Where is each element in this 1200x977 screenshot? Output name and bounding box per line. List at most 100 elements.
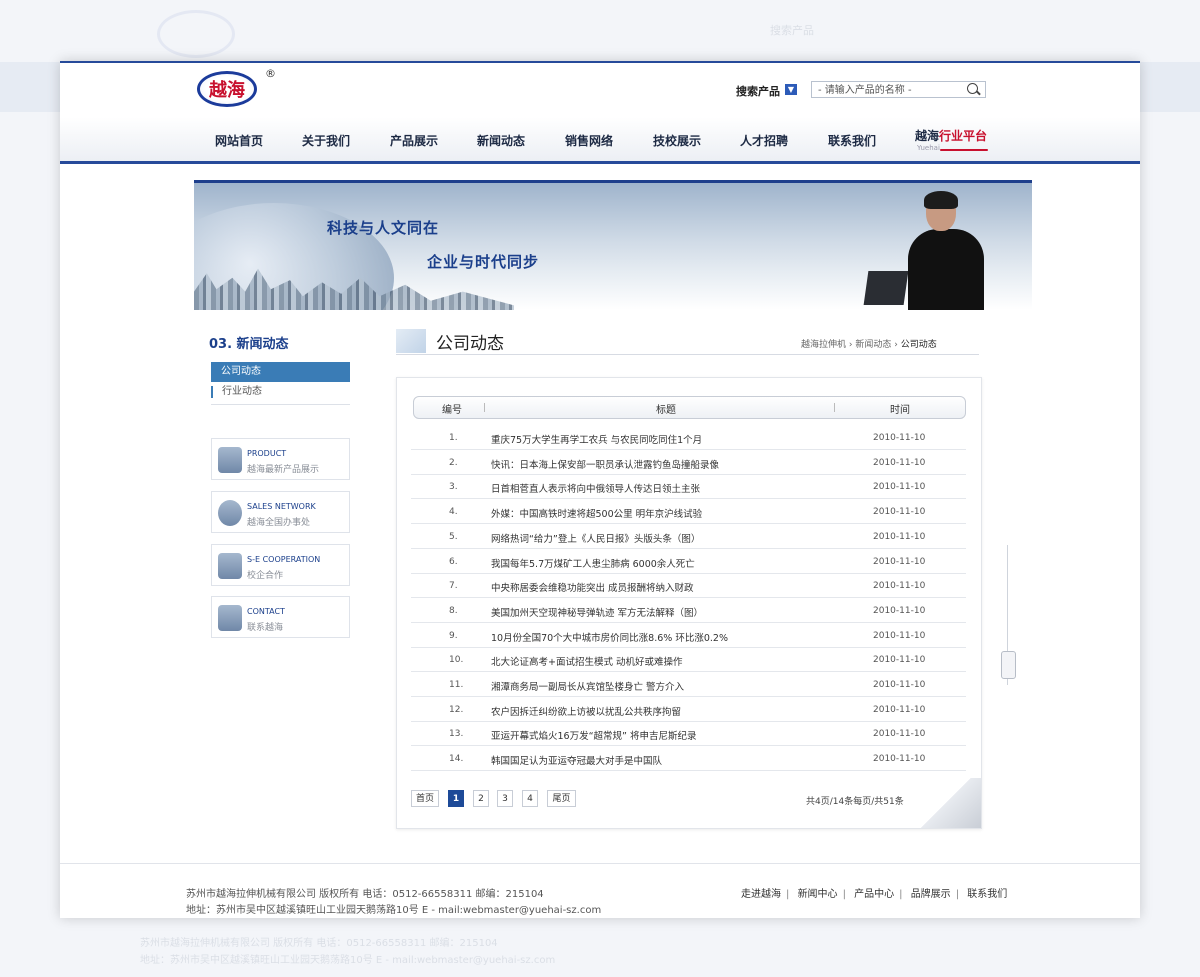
sidebar-cooperation-box[interactable]: S-E COOPERATION 校企合作	[211, 544, 350, 586]
page-button-1[interactable]: 1	[448, 790, 464, 807]
nav-about[interactable]: 关于我们	[302, 132, 350, 149]
nav-sales-network[interactable]: 销售网络	[565, 132, 613, 149]
row-title-link[interactable]: 北大论证高考+面试招生模式 动机好或难操作	[491, 654, 682, 668]
row-title-link[interactable]: 重庆75万大学生再学工农兵 与农民同吃同住1个月	[491, 432, 702, 446]
section-title: 03. 新闻动态	[209, 337, 289, 352]
banner-slogan-2: 企业与时代同步	[427, 253, 540, 271]
breadcrumb-item[interactable]: 越海拉伸机	[801, 340, 846, 350]
row-title-link[interactable]: 日首相菅直人表示将向中俄领导人传达日领土主张	[491, 481, 700, 495]
row-number: 9.	[449, 630, 458, 641]
search-dropdown-icon[interactable]: ▼	[785, 84, 797, 95]
row-number: 8.	[449, 605, 458, 616]
row-title-link[interactable]: 韩国国足认为亚运夺冠最大对手是中国队	[491, 753, 662, 767]
cooperation-box-subtitle: 校企合作	[247, 571, 284, 581]
footer-link[interactable]: 品牌展示	[911, 889, 951, 900]
footer-link[interactable]: 产品中心	[854, 889, 894, 900]
row-title-link[interactable]: 快讯：日本海上保安部一职员承认泄露钓鱼岛撞船录像	[491, 457, 719, 471]
table-row[interactable]: 11. 湘潭商务局一副局长从宾馆坠楼身亡 警方介入 2010-11-10	[411, 672, 966, 697]
pagination-info: 共4页/14条每页/共51条	[806, 797, 904, 807]
page-title: 公司动态	[436, 334, 504, 354]
row-number: 10.	[449, 655, 464, 666]
page-curl-decoration	[911, 778, 981, 828]
footer-copyright: 苏州市越海拉伸机械有限公司 版权所有 电话：0512-66558311 邮编：2…	[186, 889, 544, 900]
row-number: 14.	[449, 754, 464, 765]
table-row[interactable]: 1. 重庆75万大学生再学工农兵 与农民同吃同住1个月 2010-11-10	[411, 425, 966, 450]
contact-box-subtitle: 联系越海	[247, 623, 284, 633]
nav-recruitment[interactable]: 人才招聘	[740, 132, 788, 149]
table-row[interactable]: 5. 网络热词“给力”登上《人民日报》头版头条（图） 2010-11-10	[411, 524, 966, 549]
platform-subtitle: Yuehai	[917, 144, 940, 152]
row-date: 2010-11-10	[873, 754, 926, 765]
header: 越海 ® 搜索产品 ▼ - 请输入产品的名称 -	[60, 63, 1140, 117]
sidebar-product-box[interactable]: PRODUCT 越海最新产品展示	[211, 438, 350, 480]
sidebar-contact-box[interactable]: CONTACT 联系越海	[211, 596, 350, 638]
table-row[interactable]: 2. 快讯：日本海上保安部一职员承认泄露钓鱼岛撞船录像 2010-11-10	[411, 450, 966, 475]
nav-school[interactable]: 技校展示	[653, 132, 701, 149]
row-number: 13.	[449, 729, 464, 740]
table-row[interactable]: 4. 外媒：中国高铁时速将超500公里 明年京沪线试验 2010-11-10	[411, 499, 966, 525]
breadcrumb-item[interactable]: 新闻动态	[855, 340, 891, 350]
footer-link[interactable]: 联系我们	[967, 889, 1007, 900]
row-title-link[interactable]: 我国每年5.7万煤矿工人患尘肺病 6000余人死亡	[491, 556, 695, 570]
businessman-image	[863, 191, 984, 310]
row-title-link[interactable]: 农户因拆迁纠纷欲上访被以扰乱公共秩序拘留	[491, 704, 681, 718]
nav-news[interactable]: 新闻动态	[477, 132, 525, 149]
nav-contact[interactable]: 联系我们	[828, 132, 876, 149]
search-icon[interactable]	[967, 83, 978, 94]
row-number: 1.	[449, 433, 458, 443]
company-logo[interactable]: 越海	[197, 71, 257, 107]
footer-links: 走进越海 | 新闻中心 | 产品中心 | 品牌展示 | 联系我们	[741, 889, 1008, 900]
last-page-button[interactable]: 尾页	[547, 790, 576, 807]
row-title-link[interactable]: 亚运开幕式焰火16万发“超常规” 将申吉尼斯纪录	[491, 728, 696, 742]
footer-link[interactable]: 新闻中心	[798, 889, 838, 900]
nav-industry-platform[interactable]: 越海行业平台	[915, 127, 987, 144]
row-date: 2010-11-10	[873, 457, 926, 468]
row-date: 2010-11-10	[873, 556, 926, 567]
sidebar-item-company-news[interactable]: 公司动态	[211, 362, 350, 382]
row-number: 3.	[449, 482, 458, 493]
scroll-handle[interactable]	[1001, 651, 1016, 679]
search-input[interactable]: - 请输入产品的名称 -	[811, 81, 986, 98]
col-date: 时间	[890, 405, 910, 416]
sidebar-item-industry-news[interactable]: 行业动态	[211, 386, 262, 398]
cooperation-box-title: S-E COOPERATION	[247, 555, 321, 564]
table-row[interactable]: 10. 北大论证高考+面试招生模式 动机好或难操作 2010-11-10	[411, 647, 966, 673]
hero-banner: 科技与人文同在 企业与时代同步	[194, 180, 1032, 310]
table-row[interactable]: 7. 中央称居委会维稳功能突出 成员报酬将纳入财政 2010-11-10	[411, 573, 966, 599]
page-button-3[interactable]: 3	[497, 790, 513, 807]
table-row[interactable]: 14. 韩国国足认为亚运夺冠最大对手是中国队 2010-11-10	[411, 746, 966, 772]
table-row[interactable]: 13. 亚运开幕式焰火16万发“超常规” 将申吉尼斯纪录 2010-11-10	[411, 721, 966, 747]
first-page-button[interactable]: 首页	[411, 790, 439, 807]
row-date: 2010-11-10	[873, 704, 926, 715]
row-title-link[interactable]: 网络热词“给力”登上《人民日报》头版头条（图）	[491, 531, 700, 545]
row-title-link[interactable]: 湘潭商务局一副局长从宾馆坠楼身亡 警方介入	[491, 679, 684, 693]
table-row[interactable]: 12. 农户因拆迁纠纷欲上访被以扰乱公共秩序拘留 2010-11-10	[411, 697, 966, 722]
page-button-2[interactable]: 2	[473, 790, 489, 807]
breadcrumb: 越海拉伸机 › 新闻动态 › 公司动态	[801, 340, 937, 350]
globe-icon	[218, 500, 242, 526]
table-row[interactable]: 9. 10月份全国70个大中城市房价同比涨8.6% 环比涨0.2% 2010-11-…	[411, 623, 966, 648]
row-title-link[interactable]: 外媒：中国高铁时速将超500公里 明年京沪线试验	[491, 506, 702, 520]
background-search-ghost: 搜索产品	[770, 24, 814, 37]
background-footer-ghost: 苏州市越海拉伸机械有限公司 版权所有 电话：0512-66558311 邮编：2…	[140, 938, 556, 966]
banner-slogan-1: 科技与人文同在	[327, 219, 440, 237]
row-number: 6.	[449, 556, 458, 567]
table-row[interactable]: 8. 美国加州天空现神秘导弹轨迹 军方无法解释（图） 2010-11-10	[411, 598, 966, 623]
platform-underline	[940, 149, 988, 151]
col-title: 标题	[656, 405, 676, 416]
row-title-link[interactable]: 10月份全国70个大中城市房价同比涨8.6% 环比涨0.2%	[491, 630, 728, 644]
row-title-link[interactable]: 中央称居委会维稳功能突出 成员报酬将纳入财政	[491, 580, 694, 594]
registered-mark: ®	[265, 67, 276, 80]
nav-home[interactable]: 网站首页	[215, 132, 263, 149]
breadcrumb-current: 公司动态	[900, 340, 937, 350]
footer-link[interactable]: 走进越海	[741, 889, 781, 900]
table-row[interactable]: 3. 日首相菅直人表示将向中俄领导人传达日领土主张 2010-11-10	[411, 474, 966, 500]
page-button-4[interactable]: 4	[522, 790, 538, 807]
table-row[interactable]: 6. 我国每年5.7万煤矿工人患尘肺病 6000余人死亡 2010-11-10	[411, 549, 966, 574]
sidebar-sales-network-box[interactable]: SALES NETWORK 越海全国办事处	[211, 491, 350, 533]
background-logo-ghost	[157, 10, 235, 58]
row-number: 12.	[449, 704, 464, 715]
row-title-link[interactable]: 美国加州天空现神秘导弹轨迹 军方无法解释（图）	[491, 605, 703, 619]
row-number: 7.	[449, 581, 458, 592]
nav-products[interactable]: 产品展示	[390, 132, 438, 149]
